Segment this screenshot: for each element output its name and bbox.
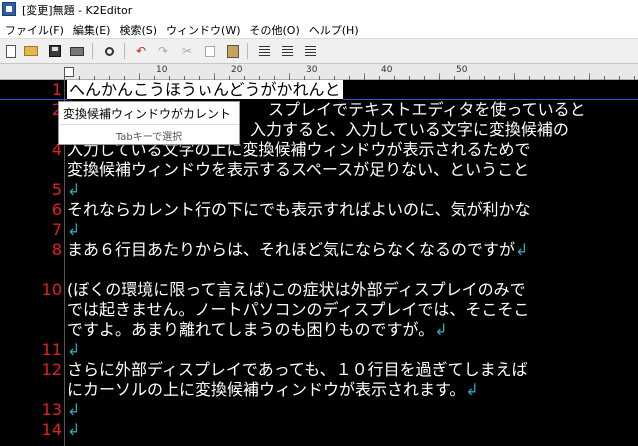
- menu-edit[interactable]: 編集(E): [68, 18, 115, 38]
- toolbar-separator: [92, 43, 93, 59]
- line-number: 10: [41, 280, 62, 299]
- undo-icon[interactable]: ↶: [133, 43, 149, 59]
- paste-icon[interactable]: [225, 43, 241, 59]
- newline-mark: ↲: [67, 220, 81, 239]
- newline-mark: ↲: [465, 380, 479, 399]
- text-line: ↲: [67, 340, 80, 360]
- line-number: 7: [51, 220, 62, 239]
- newline-mark: ↲: [67, 400, 81, 419]
- text-line: ↲: [67, 420, 80, 440]
- align-left-icon[interactable]: [256, 43, 272, 59]
- line-number: 14: [41, 420, 62, 439]
- editor-window: [変更]無題 - K2Editor ファイル(F) 編集(E) 検索(S) ウィ…: [0, 0, 638, 446]
- text-line: にカーソルの上に変換候補ウィンドウが表示されます。↲: [67, 380, 479, 399]
- line-number: 6: [51, 200, 62, 219]
- newline-mark: ↲: [67, 420, 81, 439]
- newline-mark: ↲: [515, 240, 529, 259]
- candidate-divider: [59, 124, 239, 125]
- ruler-label: 10: [156, 65, 168, 75]
- menu-window[interactable]: ウィンドウ(W): [161, 18, 244, 38]
- text-line: 変換候補ウィンドウを表示するスペースが足りない、ということ: [67, 160, 530, 179]
- menu-help[interactable]: ヘルプ(H): [304, 18, 363, 38]
- line-number: 8: [51, 240, 62, 259]
- align-right-icon[interactable]: [302, 43, 318, 59]
- print-icon[interactable]: [69, 43, 85, 59]
- text-line: さらに外部ディスプレイであっても、１０行目を過ぎてしまえば: [67, 360, 528, 379]
- ime-candidate-popup: 変換候補ウィンドウがカレント Tabキーで選択: [58, 101, 240, 145]
- ime-composition: へんかんこうほうぃんどうがかれんと: [67, 80, 343, 100]
- save-icon[interactable]: [47, 43, 63, 59]
- ruler-label: 20: [231, 65, 243, 75]
- text-line: ↲: [67, 220, 80, 240]
- cut-icon[interactable]: ✂: [179, 43, 195, 59]
- line-number: 4: [51, 140, 62, 159]
- ruler-label: 30: [306, 65, 318, 75]
- align-center-icon[interactable]: [279, 43, 295, 59]
- candidate-item[interactable]: 変換候補ウィンドウがカレント: [63, 105, 231, 122]
- menu-file[interactable]: ファイル(F): [0, 18, 68, 38]
- text-line: ですよ。あまり離れてしまうのも困りものですが。↲: [67, 320, 448, 339]
- candidate-hint: Tabキーで選択: [115, 132, 183, 143]
- line-number: 5: [51, 180, 62, 199]
- text-line: (ぼくの環境に限って言えば)この症状は外部ディスプレイのみで: [67, 280, 526, 299]
- newline-mark: ↲: [67, 180, 81, 199]
- ruler-label: 40: [381, 65, 393, 75]
- ruler-label: 50: [456, 65, 468, 75]
- toolbar-separator: [124, 43, 125, 59]
- app-icon[interactable]: [2, 2, 16, 16]
- menu-other[interactable]: その他(O): [245, 18, 304, 38]
- window-title: [変更]無題 - K2Editor: [22, 4, 133, 17]
- open-folder-icon[interactable]: [23, 43, 39, 59]
- title-bar[interactable]: [変更]無題 - K2Editor: [0, 0, 638, 18]
- text-line: ↲: [67, 400, 80, 420]
- text-line: 入力すると、入力している文字に変換候補の: [250, 120, 569, 139]
- copy-icon[interactable]: [202, 43, 218, 59]
- search-icon[interactable]: [101, 43, 117, 59]
- line-number: 1: [51, 80, 62, 99]
- menu-search[interactable]: 検索(S): [114, 18, 161, 38]
- ruler-marker: [64, 67, 74, 77]
- menu-bar: ファイル(F) 編集(E) 検索(S) ウィンドウ(W) その他(O) ヘルプ(…: [0, 18, 638, 38]
- new-file-icon[interactable]: [3, 43, 19, 59]
- text-area[interactable]: 1 2 4 5 6 7 8 10 11 12 13 14 スプレイでテキストエデ…: [0, 80, 638, 446]
- line-number: 12: [41, 360, 62, 379]
- line-number: 11: [41, 340, 62, 359]
- text-line: それならカレント行の下にでも表示すればよいのに、気が利かな: [67, 200, 531, 219]
- newline-mark: ↲: [434, 320, 448, 339]
- text-line: スプレイでテキストエディタを使っていると: [268, 100, 586, 119]
- toolbar: ↶ ↷ ✂: [0, 38, 638, 64]
- redo-icon[interactable]: ↷: [155, 43, 171, 59]
- line-number: 13: [41, 400, 62, 419]
- text-line: ↲: [67, 180, 80, 200]
- text-line: まあ６行目あたりからは、それほど気にならなくなるのですが↲: [67, 240, 529, 259]
- ruler-ticks: [64, 64, 638, 80]
- newline-mark: ↲: [67, 340, 81, 359]
- line-number: 2: [51, 100, 62, 119]
- text-line: では起きません。ノートパソコンのディスプレイでは、そこそこ: [67, 300, 530, 319]
- ruler: 10 20 30 40 50: [0, 64, 638, 80]
- toolbar-separator: [247, 43, 248, 59]
